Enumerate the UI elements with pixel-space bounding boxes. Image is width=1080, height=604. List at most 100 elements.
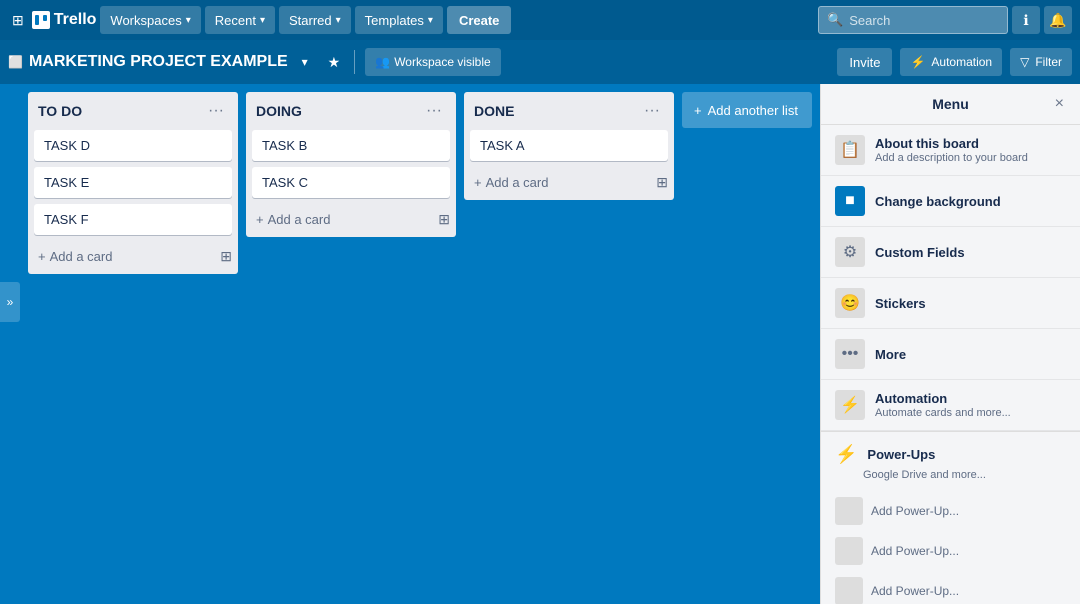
filter-button[interactable]: ▽ Filter [1010, 48, 1072, 76]
top-navigation: ⊞ Trello Workspaces ▾ Recent ▾ Starred ▾… [0, 0, 1080, 40]
create-button[interactable]: Create [447, 6, 511, 34]
list-menu-button-done[interactable]: ··· [640, 100, 664, 122]
workspace-visible-button[interactable]: 👥 Workspace visible [365, 48, 500, 76]
add-list-plus-icon: + [694, 103, 702, 118]
search-container[interactable]: 🔍 [818, 6, 1008, 34]
list-header-done: DONE ··· [464, 92, 674, 130]
add-card-button-todo[interactable]: + Add a card [34, 245, 116, 268]
menu-item-custom-fields[interactable]: ⚙ Custom Fields [821, 227, 1080, 278]
card-a[interactable]: TASK A ✎ [470, 130, 668, 161]
recent-chevron: ▾ [260, 15, 265, 26]
menu-close-button[interactable]: × [1051, 91, 1068, 117]
board-name-area: ⬜ MARKETING PROJECT EXAMPLE ▾ [8, 48, 316, 76]
menu-title: Menu [932, 96, 969, 112]
card-text-b: TASK B [262, 138, 307, 153]
trello-bar-right [43, 15, 47, 21]
starred-label: Starred [289, 13, 332, 28]
menu-item-icon-background: ■ [835, 186, 865, 216]
menu-item-label-more: More [875, 347, 1066, 362]
automation-label: Automation [931, 55, 992, 69]
filter-icon: ▽ [1020, 55, 1029, 69]
list-title-todo: TO DO [38, 103, 82, 119]
add-card-plus-doing: + [256, 212, 264, 227]
list-menu-button-doing[interactable]: ··· [422, 100, 446, 122]
recent-button[interactable]: Recent ▾ [205, 6, 275, 34]
add-power-up-item-pu2[interactable]: Add Power-Up... [835, 531, 1066, 571]
menu-item-desc-automation: Automate cards and more... [875, 407, 1066, 419]
add-card-area-done: + Add a card ⊞ [464, 167, 674, 200]
add-card-label-done: Add a card [486, 175, 549, 190]
board-content: TO DO ··· TASK D ✎ TASK E ✎ TASK F ✎ + A… [20, 84, 820, 520]
notification-button[interactable]: 🔔 [1044, 6, 1072, 34]
recent-label: Recent [215, 13, 256, 28]
card-b[interactable]: TASK B ✎ [252, 130, 450, 161]
templates-chevron: ▾ [428, 15, 433, 26]
add-another-list-button[interactable]: + Add another list [682, 92, 812, 128]
power-ups-title: Power-Ups [867, 447, 935, 462]
menu-panel: Menu × 📋 About this board Add a descript… [820, 84, 1080, 604]
menu-items: 📋 About this board Add a description to … [821, 125, 1080, 604]
info-icon: ℹ [1023, 12, 1028, 29]
card-d[interactable]: TASK D ✎ [34, 130, 232, 161]
search-input[interactable] [849, 13, 989, 28]
menu-item-more[interactable]: ••• More [821, 329, 1080, 380]
board-title[interactable]: MARKETING PROJECT EXAMPLE [29, 53, 288, 71]
workspace-icon: 👥 [375, 55, 390, 69]
list-cards-done: TASK A ✎ [464, 130, 674, 167]
title-chevron-icon: ▾ [302, 55, 308, 69]
search-icon: 🔍 [827, 12, 843, 28]
list-header-todo: TO DO ··· [28, 92, 238, 130]
templates-button[interactable]: Templates ▾ [355, 6, 443, 34]
menu-item-stickers[interactable]: 😊 Stickers [821, 278, 1080, 329]
create-template-icon-todo[interactable]: ⊞ [220, 248, 232, 265]
create-template-icon-doing[interactable]: ⊞ [438, 211, 450, 228]
menu-item-background[interactable]: ■ Change background [821, 176, 1080, 227]
menu-item-about[interactable]: 📋 About this board Add a description to … [821, 125, 1080, 176]
power-up-placeholder-pu1 [835, 497, 863, 525]
automation-button[interactable]: ⚡ Automation [900, 48, 1002, 76]
star-button[interactable]: ★ [324, 50, 345, 75]
add-power-up-label-pu2: Add Power-Up... [871, 544, 959, 558]
menu-item-text-automation: Automation Automate cards and more... [875, 391, 1066, 419]
card-c[interactable]: TASK C ✎ [252, 167, 450, 198]
add-power-up-item-pu1[interactable]: Add Power-Up... [835, 491, 1066, 531]
add-card-button-doing[interactable]: + Add a card [252, 208, 334, 231]
list-menu-button-todo[interactable]: ··· [204, 100, 228, 122]
add-list-label: Add another list [708, 103, 798, 118]
list-header-doing: DOING ··· [246, 92, 456, 130]
add-power-up-label-pu1: Add Power-Up... [871, 504, 959, 518]
invite-label: Invite [849, 55, 880, 70]
menu-item-icon-automation: ⚡ [835, 390, 865, 420]
card-text-a: TASK A [480, 138, 525, 153]
menu-item-text-stickers: Stickers [875, 296, 1066, 311]
trello-logo[interactable]: Trello [32, 11, 97, 29]
header-divider [354, 50, 355, 74]
list-done: DONE ··· TASK A ✎ + Add a card ⊞ [464, 92, 674, 200]
close-icon: × [1055, 95, 1064, 112]
add-power-up-item-pu3[interactable]: Add Power-Up... [835, 571, 1066, 604]
card-text-f: TASK F [44, 212, 89, 227]
grid-icon[interactable]: ⊞ [8, 8, 28, 33]
workspaces-button[interactable]: Workspaces ▾ [100, 6, 200, 34]
menu-item-label-stickers: Stickers [875, 296, 1066, 311]
add-card-button-done[interactable]: + Add a card [470, 171, 552, 194]
menu-item-automation[interactable]: ⚡ Automation Automate cards and more... [821, 380, 1080, 431]
workspaces-chevron: ▾ [186, 15, 191, 26]
power-ups-desc: Google Drive and more... [835, 469, 1066, 481]
templates-label: Templates [365, 13, 424, 28]
collapse-sidebar-button[interactable]: » [0, 282, 20, 322]
add-card-area-doing: + Add a card ⊞ [246, 204, 456, 237]
add-power-up-label-pu3: Add Power-Up... [871, 584, 959, 598]
workspace-visible-label: Workspace visible [394, 55, 490, 69]
invite-button[interactable]: Invite [837, 48, 892, 76]
starred-button[interactable]: Starred ▾ [279, 6, 351, 34]
trello-icon-box [32, 11, 50, 29]
create-template-icon-done[interactable]: ⊞ [656, 174, 668, 191]
power-up-placeholder-pu3 [835, 577, 863, 604]
create-label: Create [459, 13, 499, 28]
card-f[interactable]: TASK F ✎ [34, 204, 232, 235]
star-icon: ★ [328, 54, 341, 70]
board-title-chevron[interactable]: ▾ [294, 48, 316, 76]
card-e[interactable]: TASK E ✎ [34, 167, 232, 198]
info-button[interactable]: ℹ [1012, 6, 1040, 34]
